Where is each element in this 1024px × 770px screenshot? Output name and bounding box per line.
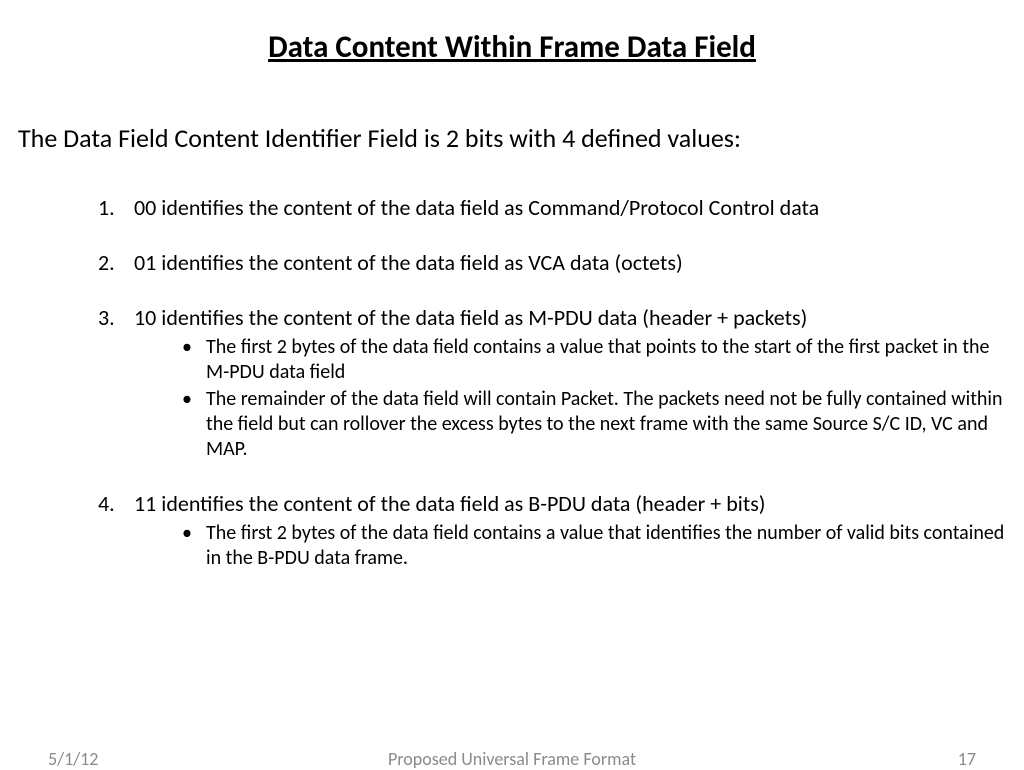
list-item-text: 01 identifies the content of the data fi… — [134, 249, 683, 276]
list-item: 11 identifies the content of the data fi… — [98, 490, 1006, 571]
list-item: 01 identifies the content of the data fi… — [98, 249, 1006, 276]
sub-list-item: The first 2 bytes of the data field cont… — [182, 521, 1006, 571]
slide-title: Data Content Within Frame Data Field — [68, 28, 956, 66]
footer-title: Proposed Universal Frame Format — [0, 748, 1024, 770]
footer-page-number: 17 — [958, 748, 976, 770]
numbered-list: 00 identifies the content of the data fi… — [18, 194, 1006, 571]
intro-text: The Data Field Content Identifier Field … — [18, 122, 1006, 154]
list-item-text: 11 identifies the content of the data fi… — [134, 490, 765, 517]
list-item: 10 identifies the content of the data fi… — [98, 304, 1006, 462]
sub-list: The first 2 bytes of the data field cont… — [134, 521, 1006, 571]
sub-list: The first 2 bytes of the data field cont… — [134, 335, 1006, 462]
list-item-text: 10 identifies the content of the data fi… — [134, 304, 807, 331]
sub-list-item: The first 2 bytes of the data field cont… — [182, 335, 1006, 385]
list-item-text: 00 identifies the content of the data fi… — [134, 194, 819, 221]
list-item: 00 identifies the content of the data fi… — [98, 194, 1006, 221]
sub-list-item: The remainder of the data field will con… — [182, 387, 1006, 462]
